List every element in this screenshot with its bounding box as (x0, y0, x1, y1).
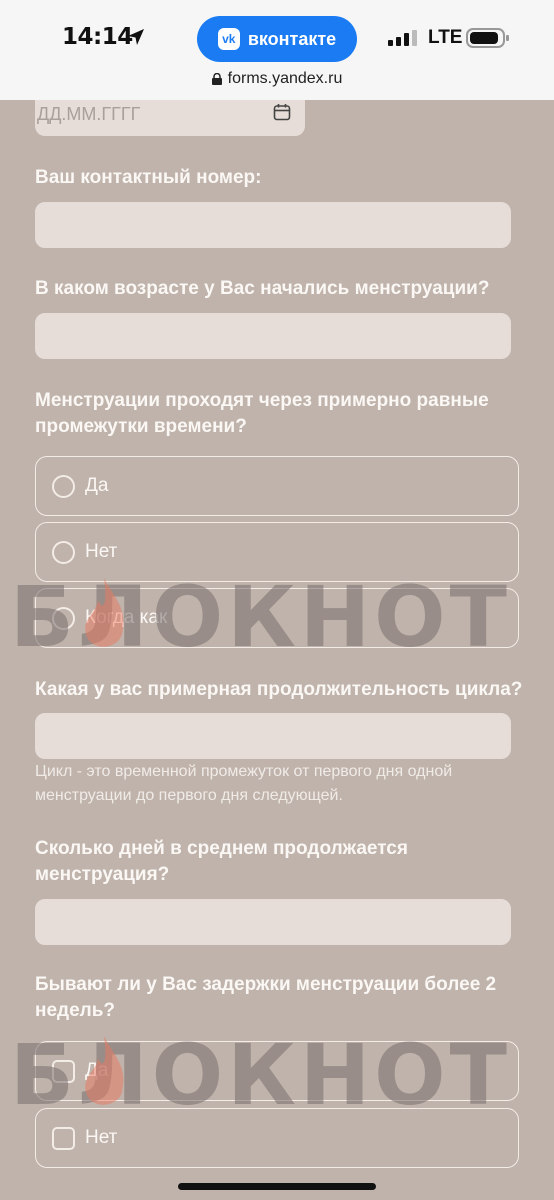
watermark: БЛОКНОТ (10, 572, 544, 662)
date-placeholder: ДД.ММ.ГГГГ (37, 104, 141, 124)
lock-icon (211, 73, 222, 85)
watermark: БЛОКНОТ (10, 1030, 544, 1120)
vk-logo-icon: vk (217, 28, 240, 50)
radio-button[interactable] (52, 474, 75, 498)
option-label: Нет (85, 541, 118, 562)
label-delay: Бывают ли у Вас задержки менструации бол… (35, 974, 497, 1021)
back-app-label: вконтакте (247, 28, 337, 49)
option-label: Нет (85, 1127, 118, 1148)
label-age: В каком возрасте у Вас начались менструа… (35, 278, 490, 299)
url-bar[interactable]: forms.yandex.ru (0, 70, 554, 88)
url-text: forms.yandex.ru (227, 70, 343, 87)
days-input[interactable] (35, 899, 511, 945)
signal-icon (388, 30, 417, 46)
status-bar: 14:14 vk вконтакте LTE forms.yandex.ru (0, 0, 554, 100)
label-regular: Менструации проходят через примерно равн… (35, 390, 489, 437)
network-type: LTE (428, 27, 463, 48)
label-cycle: Какая у вас примерная продолжительность … (35, 679, 523, 700)
flame-logo-icon (85, 1036, 124, 1105)
checkbox[interactable] (52, 1126, 75, 1150)
back-to-vk-button[interactable]: vk вконтакте (197, 16, 357, 62)
label-days: Сколько дней в среднем продолжается менс… (35, 838, 408, 885)
battery-icon (466, 28, 509, 48)
phone-input[interactable] (35, 202, 511, 248)
home-indicator[interactable] (178, 1183, 376, 1190)
location-arrow-icon (128, 29, 144, 45)
calendar-icon[interactable] (273, 103, 291, 121)
cycle-input[interactable] (35, 713, 511, 759)
clock: 14:14 (62, 24, 133, 50)
label-phone: Ваш контактный номер: (35, 167, 262, 188)
flame-logo-icon (85, 578, 124, 647)
option-label: Да (85, 475, 109, 496)
radio-button[interactable] (52, 540, 75, 564)
age-input[interactable] (35, 313, 511, 359)
cycle-hint: Цикл - это временной промежуток от перво… (35, 763, 453, 804)
option-regular-yes[interactable]: Да (35, 456, 519, 516)
